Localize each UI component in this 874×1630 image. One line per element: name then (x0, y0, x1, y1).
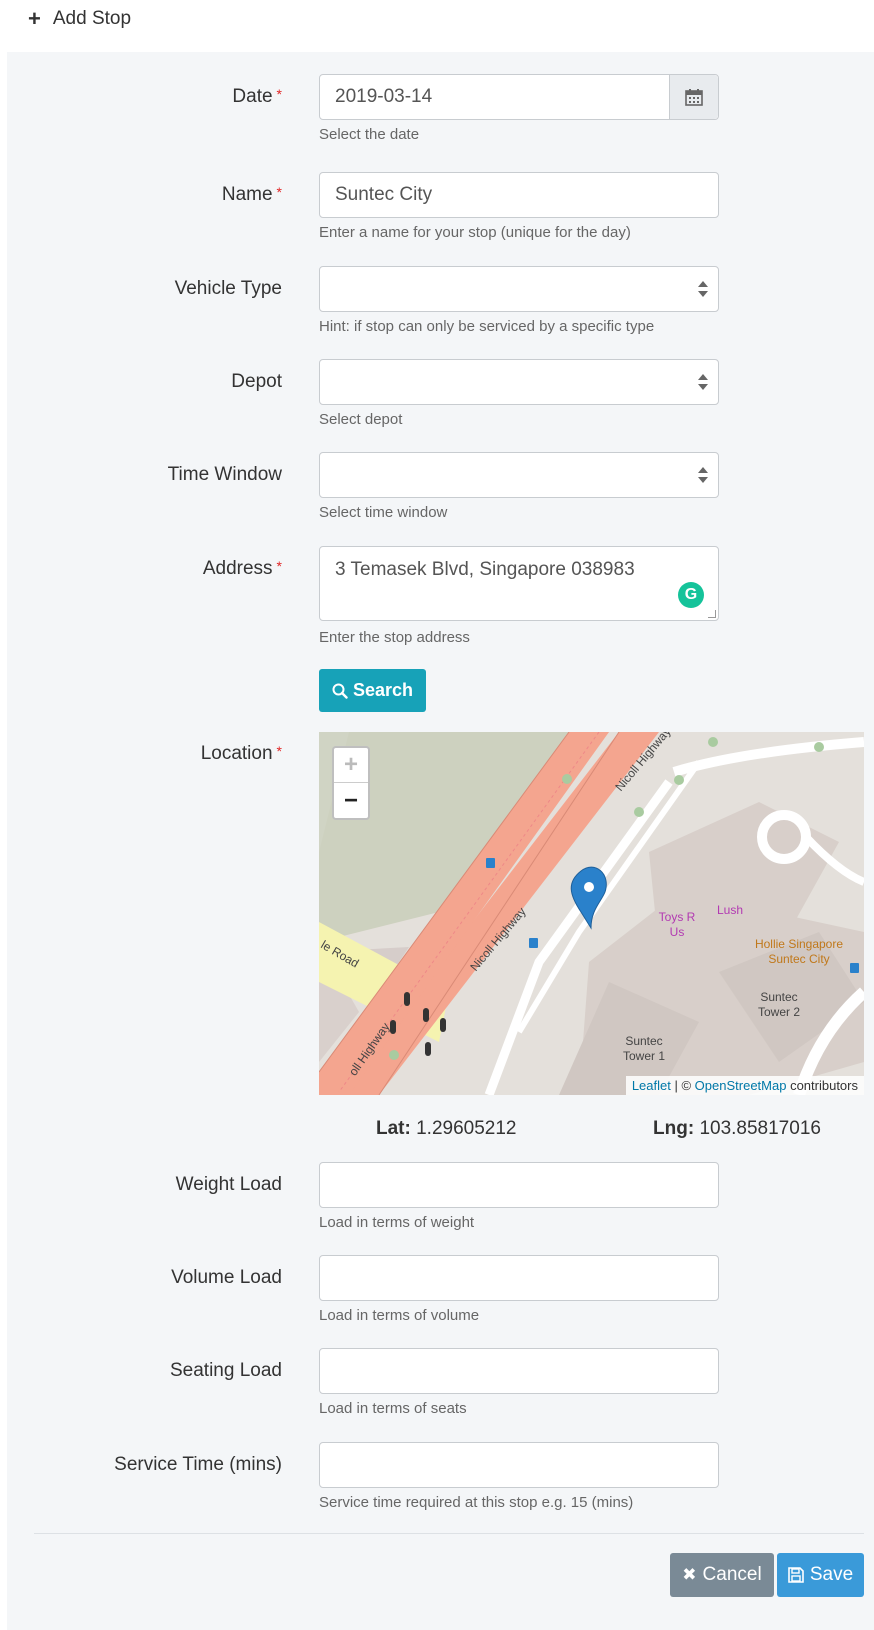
address-help: Enter the stop address (319, 629, 470, 646)
map-label-toys: Toys R Us (658, 910, 696, 939)
page-header: + Add Stop (0, 0, 874, 52)
service-time-help: Service time required at this stop e.g. … (319, 1494, 634, 1511)
time-window-select[interactable] (319, 452, 719, 498)
address-textarea[interactable]: 3 Temasek Blvd, Singapore 038983 G (319, 546, 719, 621)
lat-value: 1.29605212 (416, 1118, 517, 1139)
search-button[interactable]: Search (319, 669, 426, 712)
select-arrows-icon (698, 279, 708, 299)
resize-handle[interactable] (708, 610, 716, 618)
floppy-disk-icon (788, 1567, 804, 1583)
date-input[interactable]: 2019-03-14 (319, 74, 719, 120)
map-attribution: Leaflet | © OpenStreetMap contributors (625, 1076, 864, 1095)
plus-icon: + (28, 6, 41, 31)
zoom-in-button[interactable]: + (334, 748, 368, 783)
date-help: Select the date (319, 126, 420, 143)
required-marker: * (276, 743, 282, 759)
service-time-label: Service Time (mins) (114, 1454, 282, 1475)
zoom-out-button[interactable]: − (334, 783, 368, 818)
weight-load-label: Weight Load (175, 1174, 282, 1195)
name-help: Enter a name for your stop (unique for t… (319, 224, 631, 241)
map-zoom-control: + − (332, 746, 370, 820)
cancel-button-label: Cancel (702, 1564, 762, 1585)
location-label: Location * (200, 743, 282, 764)
volume-load-help: Load in terms of volume (319, 1307, 480, 1324)
select-arrows-icon (698, 465, 708, 485)
depot-label: Depot (231, 371, 282, 392)
required-marker: * (276, 86, 282, 102)
time-window-label: Time Window (167, 464, 282, 485)
save-button-label: Save (809, 1564, 854, 1585)
vehicle-type-select[interactable] (319, 266, 719, 312)
service-time-input[interactable] (319, 1442, 719, 1488)
date-label: Date * (232, 86, 282, 107)
cancel-button[interactable]: ✖ Cancel (670, 1553, 774, 1597)
leaflet-link[interactable]: Leaflet (632, 1078, 671, 1093)
longitude-readout: Lng: 103.85817016 (653, 1118, 821, 1140)
add-stop-form: Date * 2019-03-14 Select the date Name * S… (7, 52, 874, 1630)
vehicle-type-help: Hint: if stop can only be serviced by a … (319, 318, 655, 335)
lng-label: Lng: (653, 1118, 695, 1139)
weight-load-input[interactable] (319, 1162, 719, 1208)
openstreetmap-link[interactable]: OpenStreetMap (695, 1078, 787, 1093)
name-label: Name * (221, 184, 282, 205)
volume-load-label: Volume Load (171, 1267, 282, 1288)
grammarly-icon[interactable]: G (678, 582, 704, 608)
map-tiles[interactable] (319, 732, 864, 1095)
latitude-readout: Lat: 1.29605212 (376, 1118, 517, 1140)
calendar-icon (685, 89, 703, 106)
seating-load-help: Load in terms of seats (319, 1400, 467, 1417)
date-value: 2019-03-14 (335, 86, 433, 107)
depot-help: Select depot (319, 411, 403, 428)
form-divider (34, 1533, 864, 1534)
map-label-hollie: Hollie Singapore Suntec City (754, 937, 844, 966)
seating-load-label: Seating Load (170, 1360, 282, 1381)
close-icon: ✖ (682, 1565, 697, 1584)
required-marker: * (276, 558, 282, 574)
volume-load-input[interactable] (319, 1255, 719, 1301)
page-title: Add Stop (52, 8, 132, 29)
save-button[interactable]: Save (777, 1553, 864, 1597)
address-label: Address * (202, 558, 282, 579)
map-label-tower2: Suntec Tower 2 (757, 990, 801, 1019)
time-window-help: Select time window (319, 504, 448, 521)
location-map[interactable]: Nicoll Highway Nicoll Highway oll Highwa… (319, 732, 864, 1095)
required-marker: * (276, 184, 282, 200)
name-input[interactable]: Suntec City (319, 172, 719, 218)
lat-label: Lat: (376, 1118, 411, 1139)
seating-load-input[interactable] (319, 1348, 719, 1394)
lng-value: 103.85817016 (699, 1118, 821, 1139)
map-label-lush: Lush (717, 903, 744, 917)
depot-select[interactable] (319, 359, 719, 405)
vehicle-type-label: Vehicle Type (174, 278, 282, 299)
search-icon (332, 683, 348, 699)
name-value: Suntec City (335, 184, 433, 205)
calendar-button[interactable] (669, 75, 718, 119)
search-button-label: Search (352, 680, 414, 700)
address-value: 3 Temasek Blvd, Singapore 038983 (335, 559, 635, 580)
attribution-tail: contributors (786, 1078, 858, 1093)
attribution-separator: | © (670, 1078, 695, 1093)
select-arrows-icon (698, 372, 708, 392)
weight-load-help: Load in terms of weight (319, 1214, 475, 1231)
map-label-tower1: Suntec Tower 1 (622, 1034, 666, 1063)
